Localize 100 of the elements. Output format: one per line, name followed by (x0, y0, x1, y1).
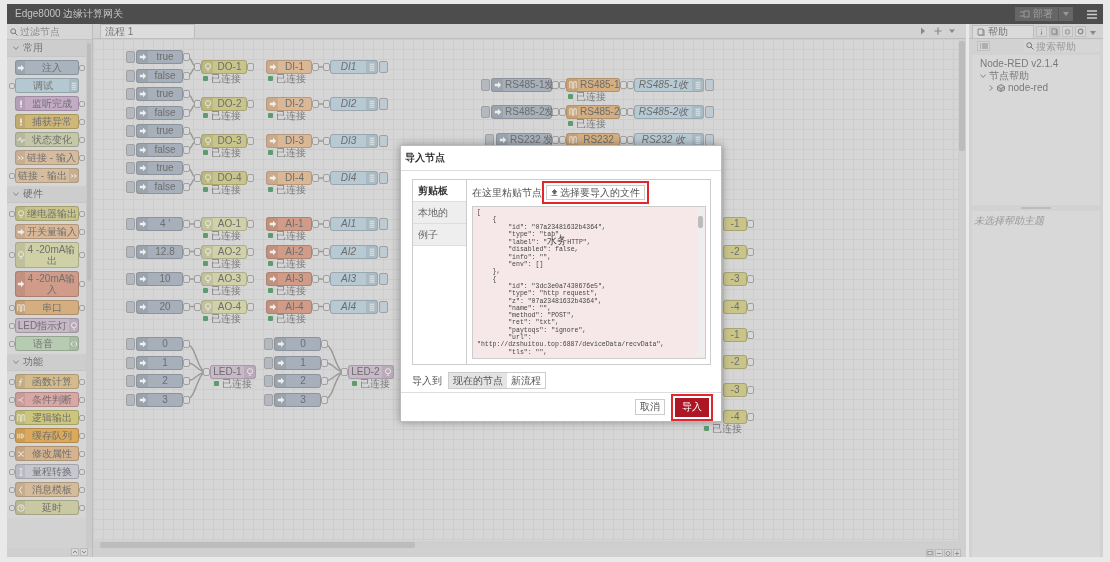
tree-item[interactable]: Node-RED v2.1.4 (980, 58, 1059, 70)
status-text: 已连接 (712, 424, 742, 434)
flow-node[interactable]: 1 (274, 355, 321, 370)
flow-node[interactable]: -2 (723, 245, 747, 259)
flow-node[interactable]: LED-2 (348, 365, 394, 379)
category-header[interactable]: 功能 (7, 354, 86, 371)
tree-item[interactable]: 节点帮助 (980, 70, 1029, 82)
flow-node[interactable]: AO-2 (201, 244, 247, 259)
flow-node[interactable]: 10 (136, 272, 183, 286)
flow-node[interactable]: DI-3 (266, 134, 312, 148)
status-text: 已连接 (576, 92, 606, 102)
palette-node[interactable]: 逻辑输出 (15, 410, 79, 425)
flow-node[interactable]: false (136, 143, 183, 157)
palette-node[interactable]: 链接 - 输入 (15, 150, 79, 165)
flow-node[interactable]: 0 (136, 337, 183, 351)
flow-node[interactable]: DI4 (330, 171, 378, 185)
flow-node[interactable]: true (136, 124, 183, 138)
palette-node[interactable]: 条件判断 (15, 392, 79, 407)
flow-node[interactable]: false (136, 69, 183, 83)
flow-node[interactable]: false (136, 106, 183, 120)
flow-node[interactable]: DI-1 (266, 60, 312, 74)
flow-node[interactable]: AI4 (330, 299, 378, 314)
palette-node[interactable]: 函数计算 (15, 374, 79, 389)
palette-node[interactable]: 串口 (15, 300, 79, 315)
category-header[interactable]: 硬件 (7, 186, 86, 203)
flow-node[interactable]: RS485-1收 (634, 78, 704, 92)
flow-node[interactable]: RS485-2收 (634, 105, 704, 119)
flow-node[interactable]: DI1 (330, 60, 378, 74)
flow-node[interactable]: -3 (723, 272, 747, 286)
tree-item[interactable]: node-red (988, 82, 1049, 94)
flow-node[interactable]: false (136, 180, 183, 194)
flow-node[interactable]: -1 (723, 217, 747, 231)
palette-node[interactable]: 开关量输入 (15, 224, 79, 239)
flow-node[interactable]: 3 (136, 392, 183, 407)
flow-tab[interactable]: 流程 1 (100, 24, 195, 38)
flow-node[interactable]: -1 (723, 328, 747, 342)
flow-node[interactable]: 1 (136, 355, 183, 370)
flow-node[interactable]: 4 ' (136, 217, 183, 231)
flow-node[interactable]: AI-4 (266, 299, 312, 314)
flow-node[interactable]: true (136, 87, 183, 101)
dialog-tab[interactable]: 例子 (413, 224, 466, 246)
palette-node[interactable]: 4 -20mA输入 (15, 271, 79, 297)
dialog-tab[interactable]: 本地的 (413, 202, 466, 224)
flow-node[interactable]: DI3 (330, 134, 378, 148)
flow-node[interactable]: 3 (274, 392, 321, 407)
flow-node[interactable]: AI-3 (266, 272, 312, 286)
flow-node[interactable]: AO-1 (201, 217, 247, 231)
palette-node[interactable]: 语音 (15, 336, 79, 351)
flow-node[interactable]: AI2 (330, 244, 378, 259)
palette-node[interactable]: 状态变化 (15, 132, 79, 147)
palette-node[interactable]: 缓存队列 (15, 428, 79, 443)
cancel-button[interactable]: 取消 (635, 399, 665, 415)
target-toggle[interactable]: 现在的节点 (449, 373, 507, 388)
flow-node[interactable]: DO-3 (201, 134, 247, 148)
palette-node[interactable]: 消息模板 (15, 482, 79, 497)
palette-node[interactable]: 延时 (15, 500, 79, 515)
flow-node[interactable]: DO-1 (201, 60, 247, 74)
palette-node[interactable]: 捕获异常 (15, 114, 79, 129)
category-header[interactable]: 常用 (7, 40, 86, 57)
flow-node[interactable]: 12.8 (136, 244, 183, 259)
flow-node[interactable]: RS485-1发 (491, 78, 552, 92)
flow-node[interactable]: RS485-1 (566, 78, 620, 92)
flow-node[interactable]: AI1 (330, 217, 378, 231)
flow-node[interactable]: DI2 (330, 97, 378, 111)
filter-field[interactable]: 过滤节点 (7, 24, 92, 40)
palette-node[interactable]: 4 -20mA输出 (15, 242, 79, 268)
palette-node[interactable]: 监听完成 (15, 96, 79, 111)
palette-node[interactable]: 量程转换 (15, 464, 79, 479)
flow-node[interactable]: 2 (136, 374, 183, 388)
flow-node[interactable]: DI-4 (266, 171, 312, 185)
sidebar-tab[interactable]: 帮助 (972, 25, 1034, 38)
flow-node[interactable]: AO-3 (201, 272, 247, 286)
flow-node[interactable]: -2 (723, 355, 747, 369)
flow-node[interactable]: true (136, 50, 183, 64)
flow-node[interactable]: DO-2 (201, 97, 247, 111)
flow-node[interactable]: true (136, 161, 183, 175)
palette-node[interactable]: 注入 (15, 60, 79, 75)
flow-node[interactable]: AI-2 (266, 244, 312, 259)
flow-node[interactable]: LED-1 (210, 365, 256, 379)
flow-node[interactable]: -4 (723, 410, 747, 424)
palette-node[interactable]: 继电器输出 (15, 206, 79, 221)
flow-node[interactable]: DI-2 (266, 97, 312, 111)
flow-node[interactable]: RS485-2 (566, 105, 620, 119)
flow-node[interactable]: 0 (274, 337, 321, 351)
flow-node[interactable]: -4 (723, 300, 747, 314)
flow-node[interactable]: AO-4 (201, 299, 247, 314)
flow-node[interactable]: 2 (274, 374, 321, 388)
palette-node[interactable]: 调试 (15, 78, 79, 93)
flow-node[interactable]: DO-4 (201, 171, 247, 185)
upload-button[interactable]: 选择要导入的文件 (546, 185, 645, 200)
flow-node[interactable]: 20 (136, 299, 183, 314)
flow-node[interactable]: RS485-2发 (491, 105, 552, 119)
palette-node[interactable]: 修改属性 (15, 446, 79, 461)
palette-node[interactable]: 链接 - 输出 (15, 168, 79, 183)
status-text: 已连接 (276, 185, 306, 195)
flow-node[interactable]: -3 (723, 383, 747, 397)
import-button[interactable]: 导入 (675, 397, 709, 417)
flow-node[interactable]: AI-1 (266, 217, 312, 231)
flow-node[interactable]: AI3 (330, 272, 378, 286)
palette-node[interactable]: LED指示灯 (15, 318, 79, 333)
